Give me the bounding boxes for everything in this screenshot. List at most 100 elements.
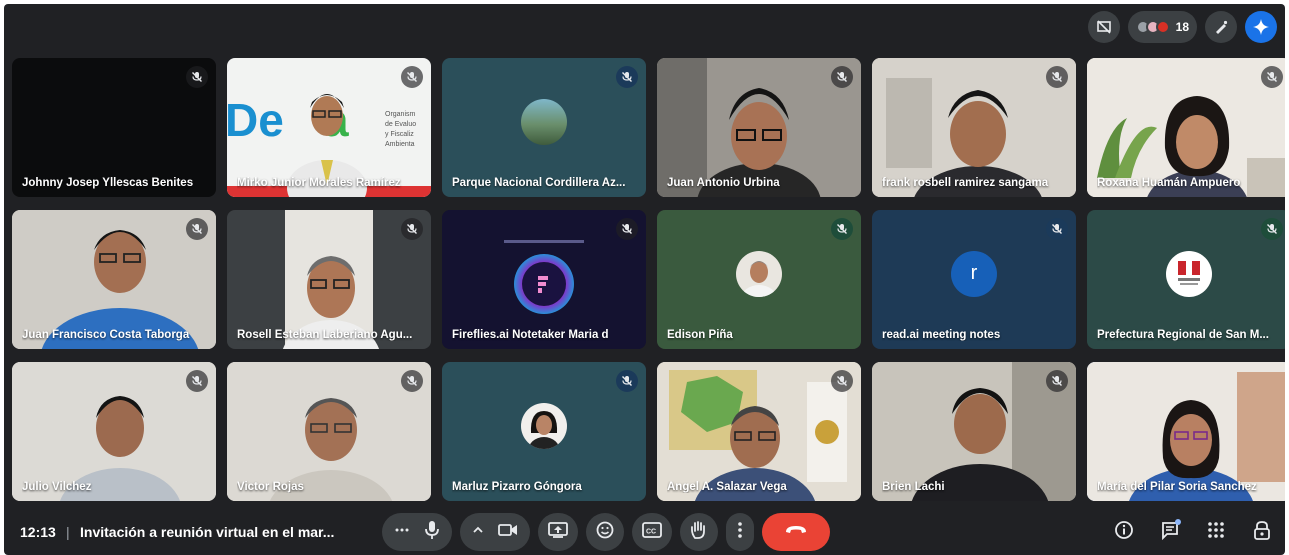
svg-text:Organism: Organism [385,111,416,118]
meeting-details-button[interactable] [1109,517,1139,547]
participant-name: Parque Nacional Cordillera Az... [452,177,626,189]
raise-hand-icon [690,520,708,545]
bottom-bar: 12:13 | Invitación a reunión virtual en … [4,509,1285,555]
participant-name: Juan Francisco Costa Taborga [22,329,190,341]
call-controls: CC [382,513,830,551]
svg-text:CC: CC [646,528,656,535]
more-vert-icon [737,521,743,544]
gemini-button[interactable] [1245,11,1277,43]
mic-off-icon [186,218,208,240]
host-controls-button[interactable] [1247,517,1277,547]
activities-button[interactable] [1201,517,1231,547]
end-call-icon [784,523,808,541]
participant-count: 18 [1175,20,1189,34]
participant-tile[interactable]: Brien Lachi [872,362,1076,501]
reactions-button[interactable] [586,513,624,551]
present-screen-button[interactable] [538,513,578,551]
mic-off-icon [616,66,638,88]
participant-grid: Johnny Josep Yllescas Benites De a Organ… [12,58,1285,501]
microphone-group [382,513,452,551]
more-options-button[interactable] [726,513,754,551]
mic-off-icon [616,218,638,240]
side-panel-controls [1109,517,1277,547]
participant-tile[interactable]: Angel A. Salazar Vega [657,362,861,501]
mic-off-icon [401,218,423,240]
microphone-icon[interactable] [424,520,440,545]
participant-tile[interactable]: r read.ai meeting notes [872,210,1076,349]
participant-tile[interactable]: frank rosbell ramirez sangama [872,58,1076,197]
pen-icon [1213,19,1229,35]
mic-off-icon [1261,218,1283,240]
mic-off-icon [831,218,853,240]
captions-icon: CC [642,521,662,543]
mic-off-icon [401,66,423,88]
participant-name: Edison Piña [667,329,733,341]
participant-tile[interactable]: Edison Piña [657,210,861,349]
mic-off-icon [1046,218,1068,240]
more-options-icon[interactable] [394,522,410,543]
mic-off-icon [186,66,208,88]
participant-name: Julio Vilchez [22,481,92,493]
svg-text:Ambienta: Ambienta [385,141,415,148]
participant-tile[interactable]: Julio Vilchez [12,362,216,501]
participant-tile[interactable]: Fireflies.ai Notetaker Maria d [442,210,646,349]
svg-text:y Fiscaliz: y Fiscaliz [385,131,414,138]
participant-name: Rosell Esteban Laberiano Agu... [237,329,413,341]
participant-name: Prefectura Regional de San M... [1097,329,1269,341]
profile-photo [521,402,567,449]
separator: | [66,524,70,540]
svg-text:de Evaluo: de Evaluo [385,121,416,128]
participant-name: Angel A. Salazar Vega [667,481,787,493]
gemini-icon [1252,18,1270,36]
participant-tile[interactable]: Victor Rojas [227,362,431,501]
mic-off-icon [1046,370,1068,392]
mic-off-icon [616,370,638,392]
host-controls-icon [1253,520,1271,545]
participant-name: Johnny Josep Yllescas Benites [22,177,194,189]
participant-name: Brien Lachi [882,481,945,493]
participant-name: Roxana Huamán Ampuero [1097,177,1241,189]
meeting-clock: 12:13 [20,524,56,540]
captions-button[interactable]: CC [632,513,672,551]
people-button[interactable]: 18 [1127,11,1197,43]
present-screen-icon [548,521,568,543]
meet-window: 18 Johnny Josep Yllescas Benites De a [4,4,1285,555]
presentation-off-button[interactable] [1087,11,1120,43]
annotate-button[interactable] [1205,11,1237,43]
chevron-up-icon[interactable] [472,523,484,541]
profile-photo [521,98,567,145]
emoji-icon [596,521,614,544]
participant-tile[interactable]: Marluz Pizarro Góngora [442,362,646,501]
profile-photo [736,250,782,297]
participant-name: frank rosbell ramirez sangama [882,177,1049,189]
raise-hand-button[interactable] [680,513,718,551]
camera-icon[interactable] [498,522,518,543]
participant-tile[interactable]: Prefectura Regional de San M... [1087,210,1285,349]
participant-tile[interactable]: Parque Nacional Cordillera Az... [442,58,646,197]
letter-avatar: r [951,250,997,297]
chat-button[interactable] [1155,517,1185,547]
participant-name: Fireflies.ai Notetaker Maria d [452,329,609,341]
participant-name: Marluz Pizarro Góngora [452,481,582,493]
participant-tile[interactable]: Juan Francisco Costa Taborga [12,210,216,349]
leave-call-button[interactable] [762,513,830,551]
participant-tile[interactable]: Juan Antonio Urbina [657,58,861,197]
participant-name: read.ai meeting notes [882,329,1001,341]
mic-off-icon [831,370,853,392]
top-controls: 18 [1087,10,1277,44]
unread-indicator [1175,519,1181,525]
participant-tile[interactable]: Roxana Huamán Ampuero [1087,58,1285,197]
participant-tile[interactable]: María del Pilar Soria Sanchez [1087,362,1285,501]
mic-off-icon [186,370,208,392]
mic-off-icon [401,370,423,392]
participant-name: Victor Rojas [237,481,304,493]
mic-off-icon [831,66,853,88]
activities-icon [1207,521,1225,544]
participant-tile[interactable]: Rosell Esteban Laberiano Agu... [227,210,431,349]
participant-tile[interactable]: De a Organism de Evaluo y Fiscaliz Ambie… [227,58,431,197]
mic-off-icon [1261,66,1283,88]
svg-text:De: De [227,94,284,146]
camera-group [460,513,530,551]
participant-tile[interactable]: Johnny Josep Yllescas Benites [12,58,216,197]
profile-photo [1166,250,1212,297]
